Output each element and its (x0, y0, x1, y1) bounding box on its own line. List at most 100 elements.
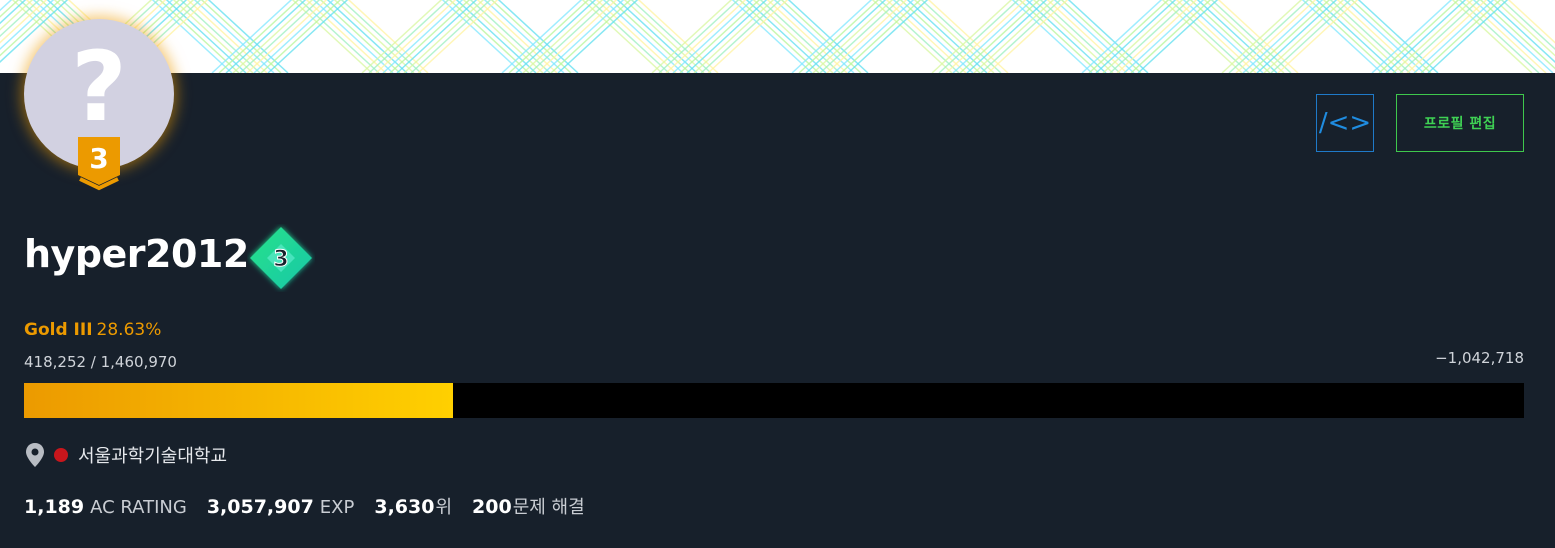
banner-line (172, 0, 254, 73)
stat-solved[interactable]: 200 문제 해결 (472, 494, 585, 521)
organization: 서울과학기술대학교 (24, 440, 227, 470)
banner-line (1116, 0, 1198, 73)
tier-name: Gold III (24, 320, 93, 340)
banner-line (417, 0, 499, 73)
banner-line (483, 0, 565, 73)
banner-line (1189, 0, 1271, 73)
banner-line (193, 0, 275, 73)
banner-line (871, 0, 953, 73)
banner-line (326, 0, 408, 73)
banner-line (906, 0, 988, 73)
avatar-container: ? 3 (24, 19, 174, 191)
avatar-placeholder-icon: ? (71, 31, 127, 143)
username: hyper2012 (24, 232, 249, 276)
banner-line (679, 0, 761, 73)
banner-line (462, 0, 544, 73)
banner-line (1025, 0, 1107, 73)
banner-line (1329, 0, 1411, 73)
tier-badge-icon: 3 (78, 137, 120, 191)
banner-line (791, 0, 873, 73)
banner-line (1458, 0, 1540, 73)
banner-line (557, 0, 639, 73)
banner-line (938, 0, 1020, 73)
banner-line (952, 0, 1034, 73)
organization-name[interactable]: 서울과학기술대학교 (78, 442, 227, 468)
banner-line (1392, 0, 1474, 73)
banner-line (1270, 0, 1352, 73)
banner-line (731, 0, 813, 73)
banner-line (987, 0, 1069, 73)
banner-line (1032, 0, 1114, 73)
banner-line (490, 0, 572, 73)
banner-line (1301, 0, 1383, 73)
stat-exp: 3,057,907 EXP (207, 494, 355, 521)
banner-line (410, 0, 492, 73)
banner-line (672, 0, 754, 73)
banner-line (959, 0, 1041, 73)
stat-label: AC RATING (90, 497, 187, 518)
rating-progress-text: 418,252 / 1,460,970 (24, 353, 177, 371)
banner-line (218, 0, 300, 73)
edit-profile-button[interactable]: 프로필 편집 (1396, 94, 1524, 152)
stat-label: EXP (319, 497, 355, 518)
banner-line (812, 0, 894, 73)
banner-line (232, 0, 314, 73)
banner-line (455, 0, 537, 73)
banner-line (211, 0, 293, 73)
banner-line (581, 0, 663, 73)
stat-rank[interactable]: 3,630 위 (374, 494, 452, 521)
banner-line (588, 0, 670, 73)
code-icon: /<> (1318, 108, 1372, 138)
profile-banner (0, 0, 1555, 73)
banner-line (1256, 0, 1338, 73)
banner-line (1420, 0, 1502, 73)
stat-value: 3,057,907 (206, 496, 314, 518)
banner-line (298, 0, 380, 73)
banner-line (1137, 0, 1219, 73)
organization-color-dot (54, 448, 68, 462)
banner-line (847, 0, 929, 73)
banner-line (927, 0, 1009, 73)
rating-remaining-text: −1,042,718 (1435, 349, 1524, 367)
banner-line (1217, 0, 1299, 73)
banner-line (1308, 0, 1390, 73)
stats-row: 1,189 AC RATING 3,057,907 EXP 3,630 위 20… (24, 494, 605, 521)
banner-line (1249, 0, 1331, 73)
banner-line (798, 0, 880, 73)
banner-line (766, 0, 848, 73)
banner-line (1406, 0, 1488, 73)
banner-line (246, 0, 328, 73)
banner-line (1242, 0, 1324, 73)
banner-line (1109, 0, 1191, 73)
stat-label: 위 (435, 497, 453, 518)
banner-line (1399, 0, 1481, 73)
banner-line (267, 0, 349, 73)
banner-line (899, 0, 981, 73)
banner-line (707, 0, 789, 73)
banner-line (543, 0, 625, 73)
banner-line (1046, 0, 1128, 73)
banner-line (602, 0, 684, 73)
tier-progress-bar (24, 383, 1524, 418)
banner-line (759, 0, 841, 73)
banner-line (878, 0, 960, 73)
banner-line (260, 0, 342, 73)
banner-line (1322, 0, 1404, 73)
banner-line (476, 0, 558, 73)
banner-line (945, 0, 1027, 73)
banner-line (1413, 0, 1495, 73)
tier-badge-level: 3 (89, 142, 108, 175)
edit-profile-label: 프로필 편집 (1423, 116, 1497, 132)
banner-line (885, 0, 967, 73)
banner-line (515, 0, 597, 73)
code-view-button[interactable]: /<> (1316, 94, 1374, 152)
class-badge-icon[interactable]: 3 (247, 224, 315, 292)
banner-line (752, 0, 834, 73)
banner-line (973, 0, 1055, 73)
banner-line (239, 0, 321, 73)
banner-line (1228, 0, 1310, 73)
banner-line (1315, 0, 1397, 73)
banner-line (819, 0, 901, 73)
banner-line (805, 0, 887, 73)
banner-line (1472, 0, 1554, 73)
